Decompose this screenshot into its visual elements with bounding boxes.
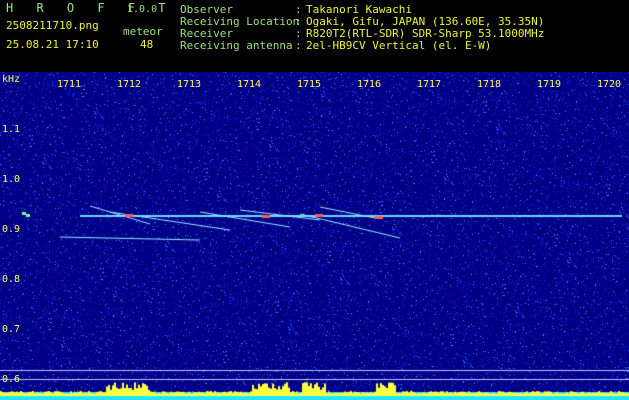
meteor-label: meteor	[123, 25, 163, 38]
time-tick-label: 1712	[117, 79, 142, 90]
freq-tick-label: 0.8	[2, 274, 21, 285]
antenna-value: 2el-HB9CV Vertical (el. E-W)	[306, 39, 492, 52]
freq-tick-label: 0.6	[2, 374, 21, 385]
axis-unit-label: kHz	[2, 74, 21, 85]
freq-tick-label: 0.7	[2, 324, 21, 335]
spectrogram-canvas	[0, 72, 629, 400]
freq-tick-label: 1.1	[2, 124, 21, 135]
time-tick-label: 1711	[57, 79, 82, 90]
time-tick-label: 1715	[297, 79, 322, 90]
observation-datetime: 25.08.21 17:10	[6, 38, 99, 51]
antenna-label: Receiving antenna	[180, 39, 293, 52]
file-name: 2508211710.png	[6, 19, 99, 32]
time-tick-label: 1717	[417, 79, 442, 90]
antenna-sep: :	[295, 39, 302, 52]
freq-tick-label: 0.9	[2, 224, 21, 235]
app-version: 1.0.0	[127, 4, 158, 15]
header-panel: H R O F F T 1.0.0 2508211710.png meteor …	[0, 0, 629, 56]
time-tick-label: 1716	[357, 79, 382, 90]
time-tick-label: 1720	[597, 79, 622, 90]
time-tick-label: 1719	[537, 79, 562, 90]
time-tick-label: 1713	[177, 79, 202, 90]
meteor-count: 48	[140, 38, 154, 51]
time-tick-label: 1718	[477, 79, 502, 90]
time-tick-label: 1714	[237, 79, 262, 90]
freq-tick-label: 1.0	[2, 174, 21, 185]
